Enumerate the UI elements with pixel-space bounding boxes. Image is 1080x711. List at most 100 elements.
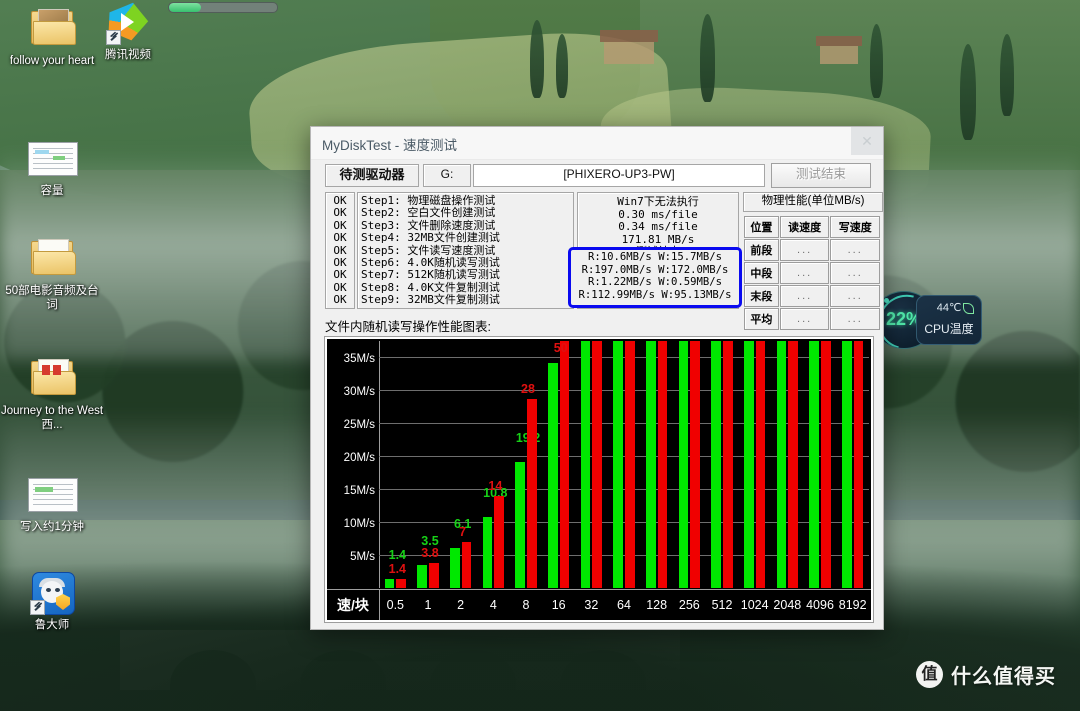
desktop-icon-label: 50部电影音频及台词: [5, 285, 99, 311]
step-status: OK: [333, 293, 347, 307]
wallpaper-cypress-6: [1000, 34, 1014, 116]
chart-y-axis: 5M/s 10M/s 15M/s 20M/s 25M/s 30M/s 35M/s: [327, 341, 380, 588]
wallpaper-cypress-2: [556, 34, 568, 98]
chart-axis-corner-label: 速/块: [327, 590, 380, 620]
chart-value-label-write: 3.8: [421, 545, 439, 560]
doc-thumb: [28, 142, 78, 176]
chart-bar-write: [624, 341, 635, 588]
cpu-temp-box: 44℃ CPU温度: [916, 295, 982, 345]
chart-bar-read: [449, 547, 460, 588]
highlighted-result-list: R:10.6MB/s W:15.7MB/s R:197.0MB/s W:172.…: [571, 251, 739, 301]
watermark: 值 什么值得买: [916, 660, 1056, 689]
desktop-progress-widget[interactable]: [168, 2, 278, 13]
chart-value-label-write: 28: [521, 381, 535, 396]
step-status: OK: [333, 268, 347, 282]
ludashi-icon: [28, 570, 76, 615]
table-row: 中段 ... ...: [744, 262, 880, 284]
perf-panel-title: 物理性能(单位MB/s): [743, 192, 883, 212]
step-item: Step2: 空白文件创建测试: [361, 206, 496, 220]
result-line: Win7下无法执行: [617, 195, 699, 208]
window-titlebar[interactable]: MyDiskTest - 速度测试 ✕: [311, 127, 883, 160]
table-row: 末段 ... ...: [744, 285, 880, 307]
ludashi-eye-left: [46, 588, 51, 592]
close-icon[interactable]: ✕: [851, 127, 883, 155]
chart-bar-read: [482, 516, 493, 588]
chart-x-axis: 速/块 0.5 1 2 4 8 16 32 64 128 256 512 1024 2048 4096 81…: [327, 589, 871, 620]
leaf-icon: [963, 303, 974, 314]
chart-bar-write: [396, 578, 407, 588]
step-item: Step7: 512K随机读写测试: [361, 268, 500, 282]
desktop-icon-ludashi[interactable]: 鲁大师: [0, 570, 104, 632]
highlighted-results-box: R:10.6MB/s W:15.7MB/s R:197.0MB/s W:172.…: [568, 247, 742, 308]
end-test-button[interactable]: 测试结束: [771, 163, 871, 188]
cpu-temp-label: CPU温度: [924, 322, 974, 336]
folder-open-shape: [31, 359, 76, 395]
perf-row-position: 平均: [744, 308, 779, 330]
chart-bar-write: [755, 341, 766, 588]
doc-red-mark-2: [53, 365, 61, 375]
step-item: Step9: 32MB文件复制测试: [361, 293, 500, 307]
perf-table: 位置 读速度 写速度 前段 ... ... 中段 ... ... 末段 ... …: [743, 215, 881, 331]
desktop-icon-movies-folder[interactable]: 50部电影音频及台词: [0, 236, 104, 312]
window-title: MyDiskTest - 速度测试: [322, 138, 457, 153]
desktop-icon-journey-to-the-west[interactable]: Journey to the West西...: [0, 356, 104, 432]
wallpaper-house-roof: [600, 30, 658, 42]
chart-y-tick-label: 35M/s: [343, 353, 375, 366]
desktop-icon-capacity[interactable]: 容量: [0, 136, 104, 198]
chart-bar-read: [645, 341, 656, 588]
chart-bar-read: [417, 564, 428, 588]
chart-bar-write: [690, 341, 701, 588]
folder-document-icon: [28, 356, 76, 400]
perf-row-position: 中段: [744, 262, 779, 284]
perf-row-read: ...: [779, 239, 830, 261]
drive-letter[interactable]: G:: [423, 164, 471, 187]
chart-bar-read: [580, 341, 591, 588]
chart-bar-read: [613, 341, 624, 588]
chart-bar-write: [461, 541, 472, 588]
desktop-icon-write-1min[interactable]: 写入约1分钟: [0, 472, 104, 534]
drive-selection-row: 待测驱动器 G: [PHIXERO-UP3-PW] 测试结束: [319, 162, 875, 188]
mydisktest-window[interactable]: MyDiskTest - 速度测试 ✕ 待测驱动器 G: [PHIXERO-UP…: [310, 126, 884, 630]
perf-row-write: ...: [830, 262, 880, 284]
chart-bar-read: [515, 461, 526, 588]
step-status: OK: [333, 231, 347, 245]
play-icon: [121, 13, 134, 31]
desktop-icon-label: 腾讯视频: [105, 49, 151, 61]
chart-bar-read: [776, 341, 787, 588]
shortcut-arrow-icon: [30, 600, 45, 615]
wallpaper-house-roof-2: [816, 36, 862, 46]
step-list-panel: Step1: 物理磁盘操作测试 Step2: 空白文件创建测试 Step3: 文…: [357, 192, 574, 309]
wallpaper-house: [604, 42, 654, 64]
perf-row-position: 前段: [744, 239, 779, 261]
chart-bar-read: [743, 341, 754, 588]
cpu-monitor-widget[interactable]: 22% 44℃ CPU温度: [872, 291, 982, 349]
wallpaper-cypress-1: [530, 20, 544, 98]
table-row: 前段 ... ...: [744, 239, 880, 261]
ludashi-eye-right: [55, 588, 60, 592]
perf-header-position: 位置: [744, 216, 779, 238]
chart-bar-read: [547, 362, 558, 588]
step-status-column: OK OK OK OK OK OK OK OK OK: [325, 192, 355, 309]
chart-x-tick-label: 8192: [838, 598, 867, 612]
chart-value-label-write: 7: [459, 524, 467, 539]
folder-front: [33, 251, 76, 275]
chart-bar-read: [841, 341, 852, 588]
perf-header-read: 读速度: [779, 216, 830, 238]
chart-value-label-read: 1.4: [388, 547, 407, 562]
drive-name: [PHIXERO-UP3-PW]: [473, 164, 765, 187]
gauge-dot: [884, 298, 889, 303]
perf-row-read: ...: [779, 262, 830, 284]
chart-bar-write: [820, 341, 831, 588]
chart-bar-write: [592, 341, 603, 588]
folder-front: [33, 21, 76, 45]
step-status-list: OK OK OK OK OK OK OK OK OK: [326, 194, 354, 307]
chart-bar-read: [678, 341, 689, 588]
chart-bar-write: [494, 495, 505, 588]
desktop-icon-tencent-video[interactable]: 腾讯视频: [76, 0, 180, 62]
chart-bar-write: [526, 398, 537, 588]
wallpaper-cypress-3: [700, 14, 715, 102]
chart-bar-write: [428, 562, 439, 588]
doc-red-mark: [42, 365, 50, 375]
perf-header-row: 位置 读速度 写速度: [744, 216, 880, 238]
folder-open-shape: [31, 9, 76, 45]
